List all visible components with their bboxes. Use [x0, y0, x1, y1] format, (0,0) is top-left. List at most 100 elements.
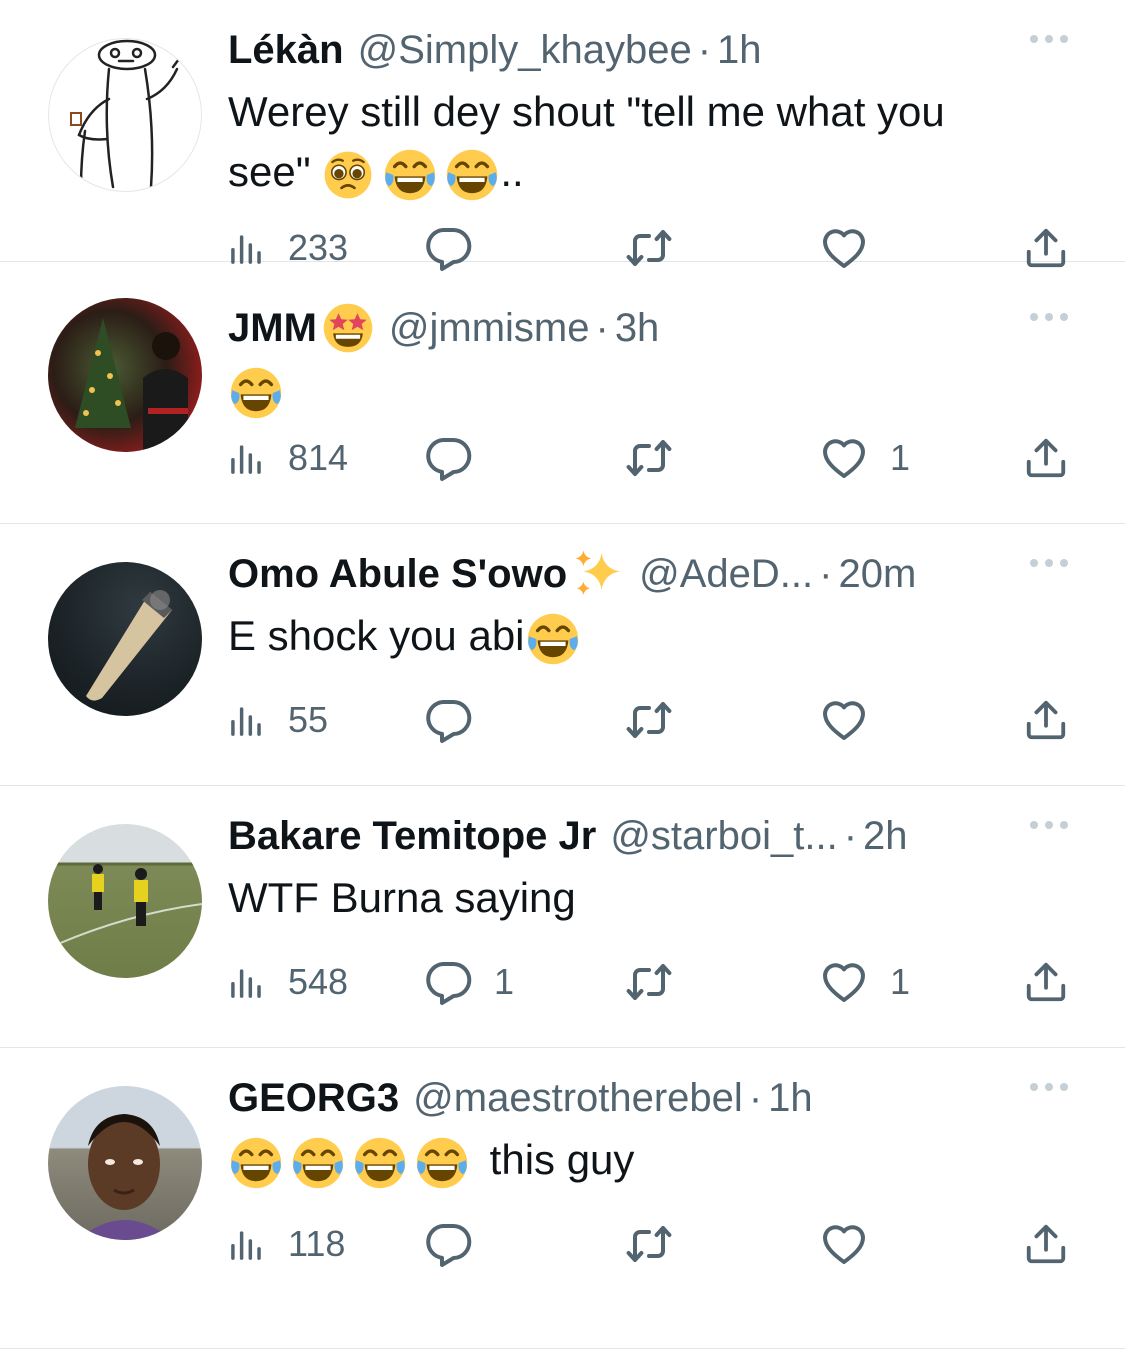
- tweet-text-segment: E shock you abi: [228, 612, 525, 659]
- retweet-button[interactable]: [622, 958, 820, 1006]
- laughing-emoji: [382, 147, 438, 203]
- views-button[interactable]: 548: [228, 961, 424, 1003]
- avatar[interactable]: [48, 38, 202, 192]
- avatar[interactable]: [48, 298, 202, 452]
- reply-bubble-icon: [424, 958, 472, 1006]
- separator: ·: [819, 552, 833, 596]
- laughing-emoji: [525, 611, 581, 667]
- heart-icon: [820, 434, 868, 482]
- tweet-text-line: Werey still dey shout "tell me what you: [228, 88, 945, 135]
- views-chart-icon: [228, 1225, 266, 1263]
- retweet-button[interactable]: [622, 1220, 820, 1268]
- heart-icon: [820, 958, 868, 1006]
- share-button[interactable]: [1023, 697, 1069, 743]
- retweet-icon: [622, 958, 676, 1006]
- more-options-icon[interactable]: [1029, 310, 1069, 322]
- separator: ·: [843, 814, 858, 858]
- reply-button[interactable]: 1: [424, 958, 622, 1006]
- reply-bubble-icon: [424, 434, 472, 482]
- retweet-icon: [622, 696, 676, 744]
- views-button[interactable]: 814: [228, 437, 424, 479]
- views-chart-icon: [228, 963, 266, 1001]
- avatar[interactable]: [48, 562, 202, 716]
- display-name[interactable]: JMM: [228, 298, 317, 358]
- tweet-text: E shock you abi: [228, 606, 1085, 667]
- tweet-item[interactable]: Lékàn @Simply_khaybee · 1h Werey still d…: [0, 0, 1125, 262]
- views-chart-icon: [228, 701, 266, 739]
- tweet-item[interactable]: GEORG3 @maestrotherebel · 1h this guy 11…: [0, 1048, 1125, 1349]
- like-button[interactable]: 1: [820, 958, 1018, 1006]
- share-upload-icon: [1023, 697, 1069, 743]
- separator: ·: [697, 28, 712, 72]
- tweet-item[interactable]: Bakare Temitope Jr @starboi_t... · 2h WT…: [0, 786, 1125, 1048]
- more-options-icon[interactable]: [1029, 1080, 1069, 1092]
- timestamp[interactable]: 20m: [838, 544, 916, 604]
- tweet-text: this guy: [228, 1130, 1085, 1191]
- more-options-icon[interactable]: [1029, 32, 1069, 44]
- laughing-emoji: [228, 365, 284, 421]
- timestamp[interactable]: 3h: [615, 298, 660, 358]
- views-chart-icon: [228, 439, 266, 477]
- display-name[interactable]: Lékàn: [228, 20, 344, 80]
- share-upload-icon: [1023, 435, 1069, 481]
- timestamp[interactable]: 1h: [768, 1068, 813, 1128]
- share-upload-icon: [1023, 1221, 1069, 1267]
- timestamp[interactable]: 1h: [717, 20, 762, 80]
- pleading-face-emoji: [322, 149, 374, 201]
- tweet-text: [228, 360, 1085, 421]
- more-options-icon[interactable]: [1029, 556, 1069, 568]
- retweet-icon: [622, 1220, 676, 1268]
- like-button[interactable]: 1: [820, 434, 1018, 482]
- reply-bubble-icon: [424, 1220, 472, 1268]
- views-count: 814: [288, 437, 349, 478]
- reply-button[interactable]: [424, 696, 622, 744]
- user-handle[interactable]: @maestrotherebel: [413, 1068, 743, 1128]
- views-button[interactable]: 55: [228, 699, 424, 741]
- tweet-text-segment: see": [228, 148, 311, 195]
- reply-button[interactable]: [424, 434, 622, 482]
- user-handle[interactable]: @jmmisme: [389, 298, 590, 358]
- like-button[interactable]: [820, 696, 1018, 744]
- share-button[interactable]: [1023, 959, 1069, 1005]
- views-count: 118: [288, 1223, 346, 1264]
- retweet-button[interactable]: [622, 434, 820, 482]
- tweet-text-segment: this guy: [489, 1136, 635, 1183]
- like-count: 1: [890, 961, 911, 1002]
- share-button[interactable]: [1023, 1221, 1069, 1267]
- avatar[interactable]: [48, 1086, 202, 1240]
- tweet-item[interactable]: Omo Abule S'owo @AdeD... · 20m E shock y…: [0, 524, 1125, 786]
- display-name[interactable]: Omo Abule S'owo: [228, 544, 567, 604]
- reply-button[interactable]: [424, 1220, 622, 1268]
- share-button[interactable]: [1023, 435, 1069, 481]
- tweet-item[interactable]: JMM @jmmisme · 3h 814 1: [0, 262, 1125, 524]
- tweet-text: WTF Burna saying: [228, 874, 576, 921]
- user-handle[interactable]: @starboi_t...: [610, 806, 837, 866]
- views-button[interactable]: 118: [228, 1223, 424, 1265]
- display-name[interactable]: Bakare Temitope Jr: [228, 806, 596, 866]
- heart-icon: [820, 696, 868, 744]
- like-count: 1: [890, 437, 911, 478]
- laughing-emoji: [352, 1135, 408, 1191]
- star-struck-emoji: [321, 301, 375, 355]
- reply-count: 1: [494, 961, 515, 1002]
- views-count: 548: [288, 961, 349, 1002]
- user-handle[interactable]: @Simply_khaybee: [358, 20, 692, 80]
- share-upload-icon: [1023, 959, 1069, 1005]
- laughing-emoji: [444, 147, 500, 203]
- views-count: 55: [288, 699, 329, 740]
- timestamp[interactable]: 2h: [863, 806, 908, 866]
- reply-bubble-icon: [424, 696, 472, 744]
- user-handle[interactable]: @AdeD...: [639, 544, 813, 604]
- laughing-emoji: [228, 1135, 284, 1191]
- laughing-emoji: [414, 1135, 470, 1191]
- avatar[interactable]: [48, 824, 202, 978]
- laughing-emoji: [290, 1135, 346, 1191]
- more-options-icon[interactable]: [1029, 818, 1069, 830]
- display-name[interactable]: GEORG3: [228, 1068, 399, 1128]
- separator: ·: [595, 306, 609, 350]
- retweet-button[interactable]: [622, 696, 820, 744]
- retweet-icon: [622, 434, 676, 482]
- tweet-text-segment: ..: [500, 148, 524, 195]
- tweet-text: Werey still dey shout "tell me what you …: [228, 82, 1085, 203]
- like-button[interactable]: [820, 1220, 1018, 1268]
